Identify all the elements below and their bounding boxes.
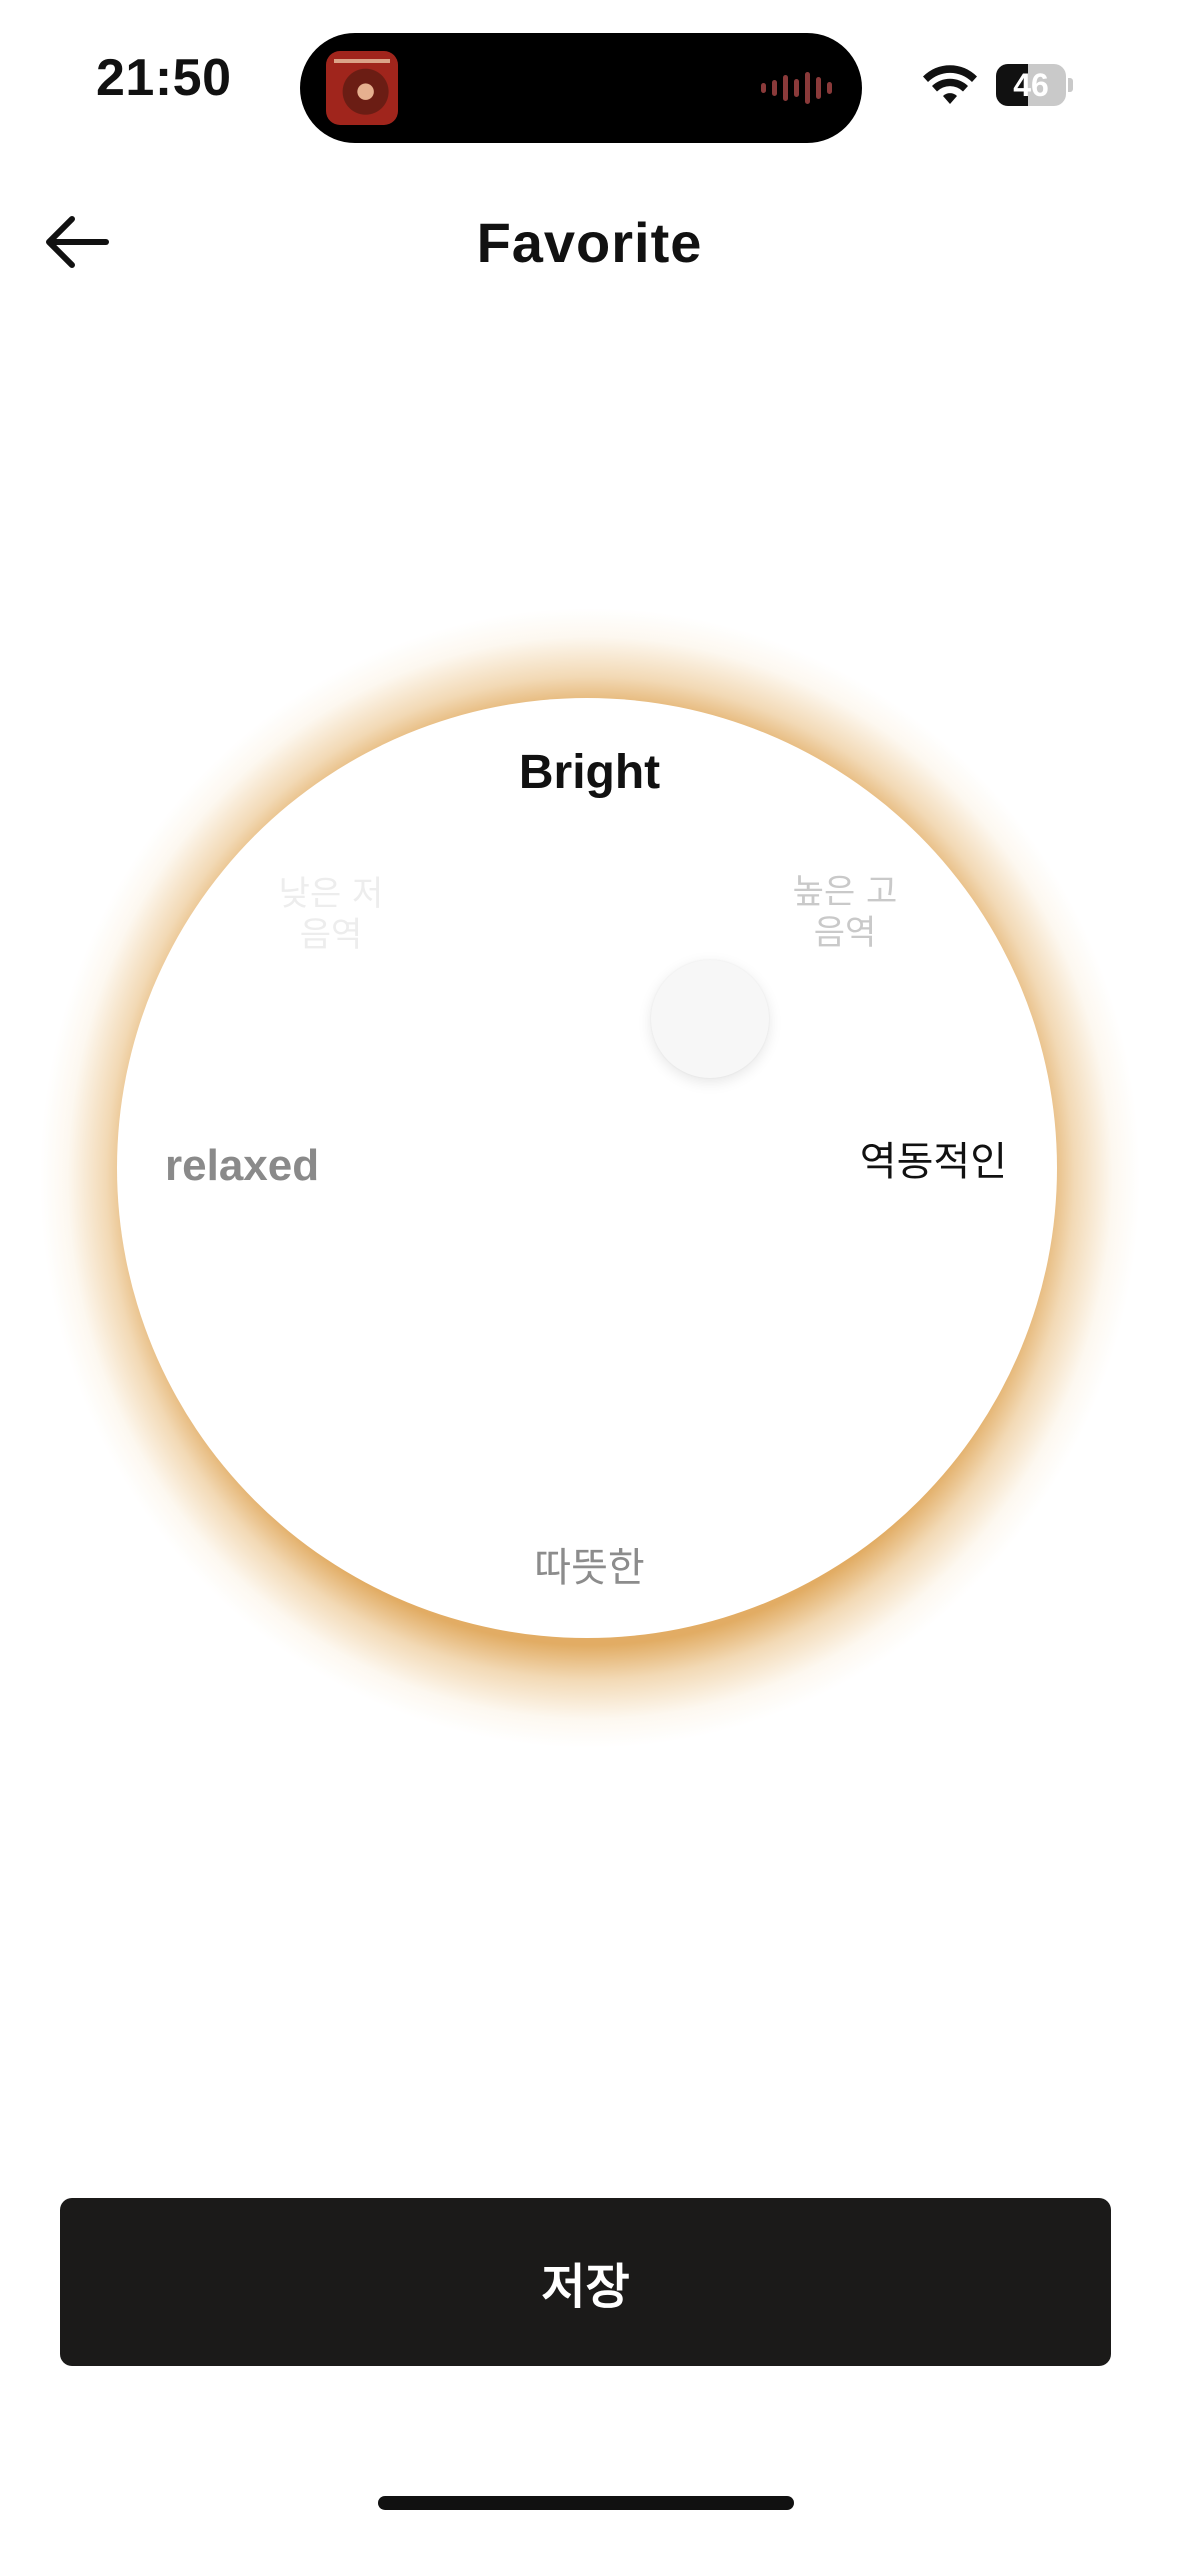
dynamic-island[interactable]: [300, 33, 862, 143]
home-indicator[interactable]: [378, 2496, 794, 2510]
audio-waveform-icon: [761, 71, 832, 105]
dial-label-bright: Bright: [518, 746, 661, 799]
wifi-icon: [923, 65, 977, 104]
dial-knob-handle[interactable]: [651, 960, 769, 1078]
dial-label-low-bass: 낮은 저음역: [278, 874, 384, 956]
dial-label-high-treble: 높은 고음역: [792, 872, 898, 954]
dial-label-relaxed: relaxed: [165, 1141, 320, 1190]
dial-label-dynamic: 역동적인: [859, 1139, 1007, 1185]
status-time: 21:50: [96, 49, 232, 107]
page-title: Favorite: [476, 211, 703, 274]
favorite-screen: 21:50 46 Favorite Bright 낮은 저음역 높은 고음역 r…: [0, 0, 1179, 2556]
battery-level: 46: [1013, 67, 1049, 103]
save-button[interactable]: 저장: [60, 2198, 1111, 2366]
dial-label-warm: 따뜻한: [534, 1545, 645, 1591]
album-art-icon: [326, 51, 398, 125]
battery-indicator: 46: [996, 64, 1073, 106]
